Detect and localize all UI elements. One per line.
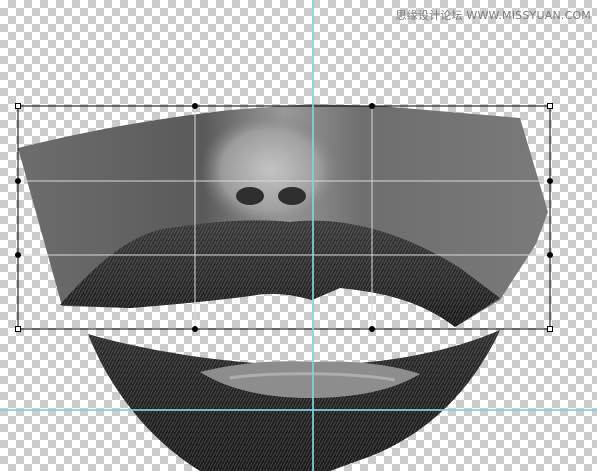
control-point-bottom-1[interactable] [192, 326, 198, 332]
nose-highlight [200, 112, 340, 228]
control-point-right-1[interactable] [547, 178, 553, 184]
left-nostril [236, 187, 264, 205]
corner-handle-top-right[interactable] [547, 103, 553, 109]
horizontal-guide[interactable] [0, 409, 597, 411]
site-watermark: 思缘设计论坛 WWW.MISSYUAN.COM [395, 9, 591, 22]
upper-face-piece[interactable] [18, 104, 548, 327]
control-point-top-1[interactable] [192, 103, 198, 109]
control-point-left-1[interactable] [15, 178, 21, 184]
control-point-bottom-2[interactable] [369, 326, 375, 332]
lower-face-piece[interactable] [88, 330, 500, 471]
control-point-left-2[interactable] [15, 252, 21, 258]
corner-handle-bottom-right[interactable] [547, 326, 553, 332]
image-layers [17, 104, 551, 471]
lower-beard-texture [88, 330, 500, 471]
corner-handle-bottom-left[interactable] [15, 326, 21, 332]
control-point-right-2[interactable] [547, 252, 553, 258]
control-point-top-2[interactable] [369, 103, 375, 109]
corner-handle-top-left[interactable] [15, 103, 21, 109]
vertical-guide[interactable] [312, 0, 314, 471]
right-nostril [278, 187, 306, 205]
